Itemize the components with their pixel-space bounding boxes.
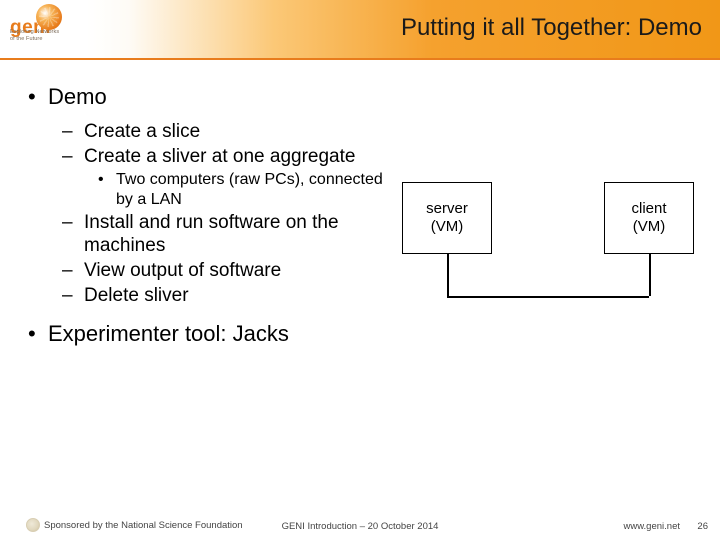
slide: geni Exploring Networks of the Future Pu… bbox=[0, 0, 720, 540]
bullet-l3: • Two computers (raw PCs), connected by … bbox=[98, 170, 388, 208]
node-sublabel: (VM) bbox=[431, 218, 464, 235]
slide-title: Putting it all Together: Demo bbox=[401, 14, 702, 42]
bullet-text: Create a slice bbox=[84, 120, 200, 143]
page-number: 26 bbox=[697, 521, 708, 532]
bullet-text: Two computers (raw PCs), connected by a … bbox=[116, 170, 388, 208]
bullet-l1: • Experimenter tool: Jacks bbox=[28, 321, 388, 347]
footer-left: Sponsored by the National Science Founda… bbox=[26, 518, 243, 532]
bullet-l1: • Demo bbox=[28, 84, 388, 110]
lan-link bbox=[447, 296, 649, 298]
bullet-dot-icon: • bbox=[28, 84, 48, 110]
footer: Sponsored by the National Science Founda… bbox=[0, 514, 720, 540]
logo-globe-icon bbox=[36, 4, 62, 30]
node-label: server bbox=[426, 200, 468, 217]
link-leg bbox=[649, 254, 651, 296]
bullet-text: Create a sliver at one aggregate bbox=[84, 145, 355, 168]
footer-sponsor: Sponsored by the National Science Founda… bbox=[44, 520, 243, 531]
bullet-dot-icon: • bbox=[98, 170, 116, 208]
node-label: client bbox=[631, 200, 666, 217]
bullet-text: Demo bbox=[48, 84, 107, 110]
bullet-column: • Demo – Create a slice – Create a slive… bbox=[28, 78, 388, 357]
bullet-text: Experimenter tool: Jacks bbox=[48, 321, 289, 347]
bullet-l2: – Delete sliver bbox=[62, 284, 388, 307]
header-band: geni Exploring Networks of the Future Pu… bbox=[0, 0, 720, 58]
bullet-dash-icon: – bbox=[62, 145, 84, 168]
bullet-dash-icon: – bbox=[62, 284, 84, 307]
bullet-dash-icon: – bbox=[62, 211, 84, 257]
bullet-text: View output of software bbox=[84, 259, 281, 282]
bullet-text: Delete sliver bbox=[84, 284, 189, 307]
logo-tagline-1: Exploring Networks bbox=[10, 29, 106, 35]
bullet-dash-icon: – bbox=[62, 120, 84, 143]
bullet-dot-icon: • bbox=[28, 321, 48, 347]
logo-tagline-2: of the Future bbox=[10, 36, 106, 42]
topology-diagram: server (VM) client (VM) bbox=[380, 164, 700, 334]
client-node: client (VM) bbox=[604, 182, 694, 254]
bullet-l2: – Install and run software on the machin… bbox=[62, 211, 388, 257]
bullet-l2: – View output of software bbox=[62, 259, 388, 282]
server-node: server (VM) bbox=[402, 182, 492, 254]
link-leg bbox=[447, 254, 449, 296]
footer-url: www.geni.net bbox=[623, 521, 680, 532]
bullet-text: Install and run software on the machines bbox=[84, 211, 388, 257]
header-rule bbox=[0, 58, 720, 60]
bullet-dash-icon: – bbox=[62, 259, 84, 282]
geni-logo: geni Exploring Networks of the Future bbox=[10, 4, 106, 42]
slide-body: • Demo – Create a slice – Create a slive… bbox=[0, 78, 720, 506]
nsf-seal-icon bbox=[26, 518, 40, 532]
bullet-l2: – Create a slice bbox=[62, 120, 388, 143]
bullet-l2: – Create a sliver at one aggregate bbox=[62, 145, 388, 168]
node-sublabel: (VM) bbox=[633, 218, 666, 235]
